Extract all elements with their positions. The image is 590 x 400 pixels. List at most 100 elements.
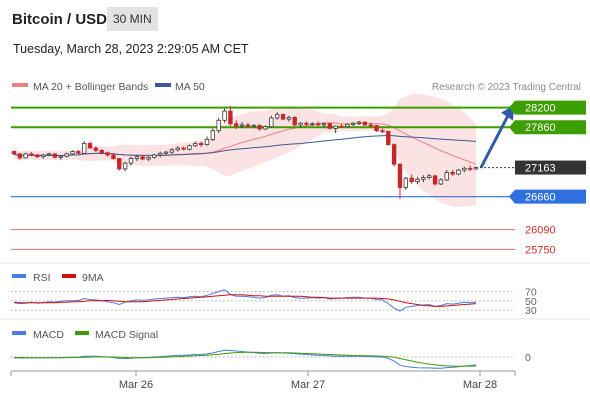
macd-signal-legend-label: MACD Signal [95,329,158,341]
resistance-2-label: 28200 [525,103,556,115]
candle-body [263,126,268,130]
candle-body [93,147,99,151]
candle-body [146,156,151,160]
rsi-panel: 705030 [11,287,537,317]
candle-body [76,151,81,154]
candle-body [450,171,455,175]
candle-body [251,125,256,128]
candle-body [427,175,432,178]
candle-body [58,155,63,158]
macd-panel: 0 [11,349,531,369]
candle-body [438,179,444,185]
candle-body [122,162,128,170]
candle-body [386,130,391,146]
candle-body [473,167,479,170]
macd-signal-legend-swatch [75,331,89,335]
candle-body [35,154,40,158]
candle-body [158,152,163,156]
target-1-label: 26090 [525,225,556,237]
candle-body [467,167,473,170]
candle-body [304,122,309,125]
candle-body [105,152,110,156]
x-axis: Mar 26 Mar 27 Mar 28 [10,370,516,391]
candle-body [169,149,175,153]
x-axis-label: Mar 28 [463,379,497,391]
chart-canvas: MA 20 + Bollinger Bands MA 50 Research ©… [0,81,590,391]
candle-body [41,154,46,158]
candle-body [368,124,373,127]
candle-body [87,143,93,149]
candle-body [310,123,315,126]
price-level-labels: 28200 27860 27163 26660 26090 25750 [509,100,586,256]
candle-body [397,163,403,188]
rsi-legend: RSI 9MA [12,272,104,284]
candle-body [257,125,262,130]
candle-body [239,124,245,127]
current-price-label: 27163 [525,163,556,175]
candle-body [52,153,58,158]
macd-ref-label: 0 [525,352,531,364]
macd-line [13,349,477,369]
candle-body [163,151,169,154]
ma50-legend-swatch [155,83,171,87]
candle-body [456,169,461,175]
support-1-label: 26660 [525,192,556,204]
candle-body [292,117,297,126]
forecast-arrow-shaft [479,114,510,169]
x-axis-label: Mar 27 [291,379,325,391]
candle-body [374,125,379,132]
candle-body [333,125,338,129]
candle-body [415,178,420,183]
candle-body [11,151,17,155]
candle-body [444,171,449,181]
rsi-ma-legend-swatch [62,274,76,278]
candle-body [339,125,344,128]
candle-body [17,153,23,159]
candle-body [152,154,157,158]
candle-body [391,144,397,165]
candle-body [245,124,251,128]
candle-body [274,114,280,119]
candle-body [198,143,204,145]
candle-body [117,158,122,170]
candle-body [403,177,409,188]
candle-body [286,117,292,120]
candle-body [409,177,414,183]
ma50-legend-label: MA 50 [175,81,205,93]
candle-body [228,110,233,125]
candle-body [99,149,104,154]
candle-body [175,147,180,151]
candle-body [327,123,332,129]
candle-body [187,145,192,150]
x-axis-label: Mar 26 [119,379,153,391]
candle-body [321,123,327,126]
macd-legend-label: MACD [33,329,64,341]
macd-signal-line [13,351,477,367]
rsi-ref-label: 30 [525,305,537,317]
candle-body [421,177,426,180]
candle-body [432,175,438,185]
candle-body [70,151,75,155]
candle-body [315,123,321,126]
candle-body [350,122,356,125]
candle-body [193,143,198,147]
rsi-legend-swatch [12,274,26,278]
candle-body [29,153,34,156]
candle-body [298,122,303,126]
candle-body [46,153,52,156]
macd-legend-swatch [12,331,26,335]
candle-body [356,121,362,124]
resistance-1-label: 27860 [525,122,556,134]
candle-body [222,110,227,121]
candle-body [64,153,69,157]
candle-body [362,121,368,126]
ma20-legend-swatch [12,83,28,87]
candle-body [128,158,134,164]
candle-body [23,153,28,159]
candle-body [280,114,286,120]
candle-body [210,130,216,140]
candle-body [234,123,239,127]
candle-body [181,147,186,150]
rsi-legend-label: RSI [33,272,51,284]
candle-body [134,156,140,159]
